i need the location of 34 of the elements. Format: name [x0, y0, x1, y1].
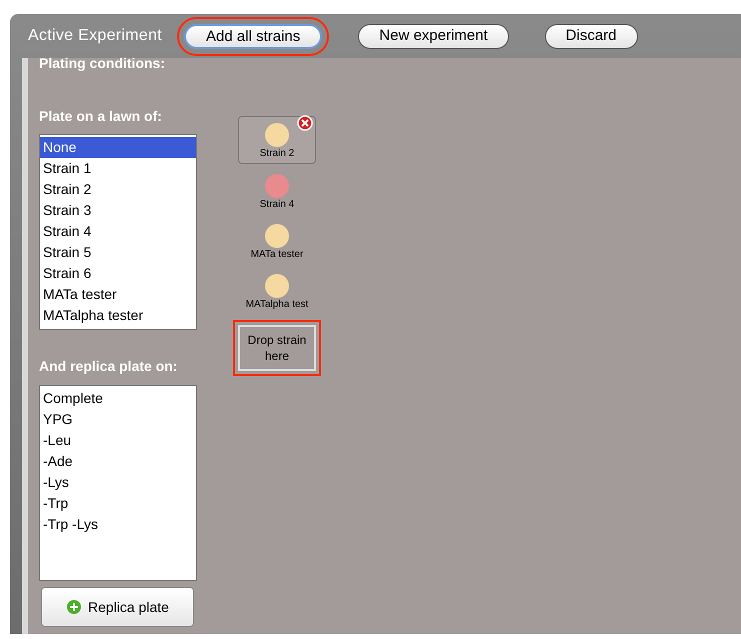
list-item[interactable]: Strain 6	[40, 263, 196, 284]
list-item[interactable]: -Trp	[40, 493, 196, 514]
header-button[interactable]: Discard	[544, 24, 638, 48]
strain-token[interactable]: MATalpha test	[238, 266, 316, 314]
strain-token[interactable]: Strain 2	[238, 116, 316, 164]
add-icon	[66, 599, 82, 615]
list-item[interactable]: Strain 3	[40, 200, 196, 221]
section-title: Plating conditions:	[39, 56, 166, 70]
list-item[interactable]: Strain 4	[40, 221, 196, 242]
strain-label: MATalpha test	[246, 298, 308, 312]
list-item[interactable]: YPG	[40, 409, 196, 430]
list-item[interactable]: Complete	[40, 388, 196, 409]
strain-token[interactable]: MATa tester	[238, 216, 316, 264]
list-item[interactable]: -Ade	[40, 451, 196, 472]
list-item[interactable]: MATalpha tester	[40, 305, 196, 326]
strain-label: Strain 4	[260, 198, 294, 212]
remove-icon[interactable]	[297, 115, 313, 131]
list-item[interactable]: None	[40, 137, 196, 158]
header-button[interactable]: New experiment	[358, 24, 509, 48]
list-item[interactable]: Strain 2	[40, 179, 196, 200]
list-label: Plate on a lawn of:	[39, 107, 163, 126]
panel-title: Active Experiment	[28, 26, 162, 46]
list-label: And replica plate on:	[39, 357, 178, 376]
list-item[interactable]: MATa tester	[40, 284, 196, 305]
strain-label: MATa tester	[250, 248, 304, 262]
list-item[interactable]: -Trp -Lys	[40, 514, 196, 535]
replica-plate-button[interactable]: Replica plate	[41, 587, 194, 627]
list-item[interactable]: -Leu	[40, 430, 196, 451]
list-item[interactable]: Strain 1	[40, 158, 196, 179]
list-item[interactable]: Strain 5	[40, 242, 196, 263]
list-item[interactable]: -Lys	[40, 472, 196, 493]
strain-label: Strain 2	[260, 147, 294, 161]
strain-token[interactable]: Strain 4	[238, 166, 316, 214]
drop-zone[interactable]: Drop strain here	[233, 320, 321, 376]
